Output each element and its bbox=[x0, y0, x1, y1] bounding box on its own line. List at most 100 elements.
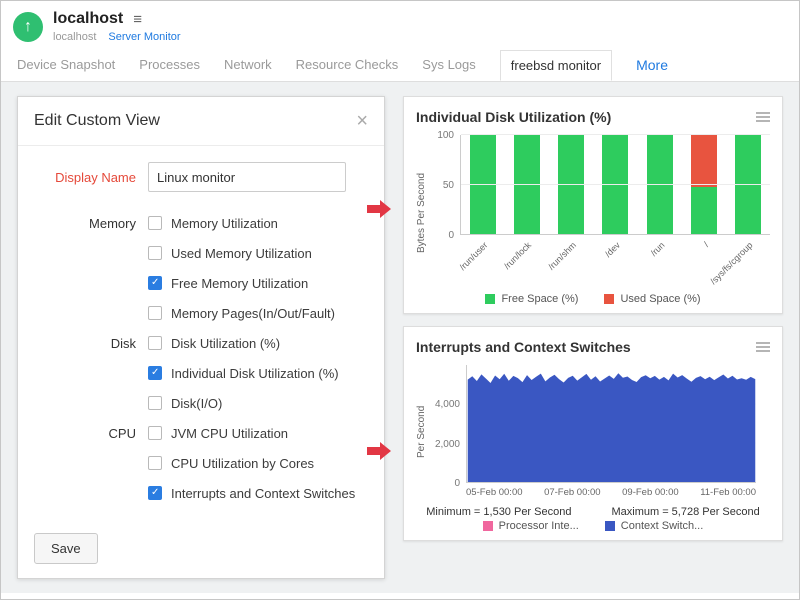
legend-item: Context Switch... bbox=[605, 520, 704, 532]
tab-freebsd-monitor[interactable]: freebsd monitor bbox=[500, 50, 612, 81]
bar-x-label: /run/user bbox=[457, 240, 489, 272]
interrupts-card: Interrupts and Context Switches Per Seco… bbox=[403, 326, 783, 541]
maximum-text: Maximum = 5,728 Per Second bbox=[611, 506, 759, 518]
red-arrow-icon bbox=[367, 200, 391, 218]
metric-checkbox[interactable] bbox=[148, 276, 162, 290]
area-y-axis-label: Per Second bbox=[416, 365, 430, 498]
legend-label: Used Space (%) bbox=[620, 293, 700, 305]
tab-resource-checks[interactable]: Resource Checks bbox=[296, 57, 399, 72]
metric-label: Disk Utilization (%) bbox=[171, 336, 280, 351]
x-tick-label: 09-Feb 00:00 bbox=[622, 487, 679, 498]
bar-legend: Free Space (%) Used Space (%) bbox=[416, 293, 770, 305]
charts-column: Individual Disk Utilization (%) Bytes Pe… bbox=[403, 96, 783, 579]
y-tick-label: 0 bbox=[448, 230, 454, 241]
metric-checkbox[interactable] bbox=[148, 216, 162, 230]
metric-checkbox[interactable] bbox=[148, 456, 162, 470]
legend-swatch bbox=[605, 521, 615, 531]
legend-item: Used Space (%) bbox=[604, 293, 700, 305]
summary-row: Minimum = 1,530 Per Second Maximum = 5,7… bbox=[416, 506, 770, 518]
legend-swatch bbox=[485, 294, 495, 304]
metric-checkbox[interactable] bbox=[148, 306, 162, 320]
tab-network[interactable]: Network bbox=[224, 57, 272, 72]
tab-sys-logs[interactable]: Sys Logs bbox=[422, 57, 475, 72]
checkbox-row: MemoryMemory Utilization bbox=[18, 208, 384, 238]
y-tick-label: 100 bbox=[437, 130, 454, 141]
disk-utilization-card: Individual Disk Utilization (%) Bytes Pe… bbox=[403, 96, 783, 314]
y-tick-label: 0 bbox=[454, 478, 460, 489]
disk-chart-title: Individual Disk Utilization (%) bbox=[416, 109, 611, 125]
checkbox-row: CPU JVM CPU Utilization bbox=[18, 418, 384, 448]
card-header: Interrupts and Context Switches bbox=[416, 339, 770, 355]
modal-title: Edit Custom View bbox=[34, 112, 160, 130]
metric-label: CPU Utilization by Cores bbox=[171, 456, 314, 471]
host-status-icon: ↑ bbox=[13, 12, 43, 42]
modal-footer: Save bbox=[18, 521, 384, 578]
metric-checkbox[interactable] bbox=[148, 396, 162, 410]
metric-label: Memory Pages(In/Out/Fault) bbox=[171, 306, 335, 321]
interrupts-chart-title: Interrupts and Context Switches bbox=[416, 339, 631, 355]
bar-x-label: /run/shm bbox=[546, 240, 578, 272]
legend-swatch bbox=[604, 294, 614, 304]
y-tick-label: 4,000 bbox=[435, 399, 460, 410]
server-monitor-link[interactable]: Server Monitor bbox=[108, 31, 180, 43]
area-yticks: 02,0004,000 bbox=[430, 365, 466, 483]
checkbox-row: Interrupts and Context Switches bbox=[18, 478, 384, 508]
checkbox-row: CPU Utilization by Cores bbox=[18, 448, 384, 478]
checkbox-row: Memory Pages(In/Out/Fault) bbox=[18, 298, 384, 328]
checkbox-row: Individual Disk Utilization (%) bbox=[18, 358, 384, 388]
metric-checkbox[interactable] bbox=[148, 486, 162, 500]
group-label: Disk bbox=[18, 336, 148, 351]
area-main: 05-Feb 00:0007-Feb 00:0009-Feb 00:0011-F… bbox=[466, 365, 756, 498]
host-title: localhost bbox=[53, 10, 123, 28]
chart-menu-icon[interactable] bbox=[756, 339, 770, 352]
tab-more[interactable]: More bbox=[636, 57, 668, 73]
bar-x-label: /run bbox=[648, 240, 666, 258]
area-xlabels: 05-Feb 00:0007-Feb 00:0009-Feb 00:0011-F… bbox=[466, 487, 756, 498]
bar-yticks: 050100 bbox=[430, 135, 460, 291]
content-area: Edit Custom View × Display Name MemoryMe… bbox=[1, 82, 799, 593]
area-legend: Processor Inte... Context Switch... bbox=[416, 520, 770, 532]
metric-label: Disk(I/O) bbox=[171, 396, 222, 411]
save-button[interactable]: Save bbox=[34, 533, 98, 564]
x-tick-label: 11-Feb 00:00 bbox=[700, 487, 756, 498]
host-subtitle: localhost bbox=[53, 31, 96, 43]
y-tick-label: 2,000 bbox=[435, 439, 460, 450]
legend-swatch bbox=[483, 521, 493, 531]
hamburger-menu-icon[interactable]: ≡ bbox=[133, 11, 142, 28]
metric-label: JVM CPU Utilization bbox=[171, 426, 288, 441]
chart-menu-icon[interactable] bbox=[756, 109, 770, 122]
area-plot-svg bbox=[466, 365, 756, 483]
metric-checkbox[interactable] bbox=[148, 246, 162, 260]
up-arrow-icon: ↑ bbox=[24, 18, 32, 36]
checkbox-row: Free Memory Utilization bbox=[18, 268, 384, 298]
y-tick-label: 50 bbox=[443, 180, 454, 191]
bar-plot bbox=[460, 135, 770, 235]
metric-label: Individual Disk Utilization (%) bbox=[171, 366, 339, 381]
nav-tabs: Device Snapshot Processes Network Resource … bbox=[1, 48, 799, 82]
checkbox-row: Disk Disk Utilization (%) bbox=[18, 328, 384, 358]
tab-device-snapshot[interactable]: Device Snapshot bbox=[17, 57, 115, 72]
group-label: CPU bbox=[18, 426, 148, 441]
bar-x-label: / bbox=[702, 240, 711, 249]
modal-body: Display Name MemoryMemory UtilizationUse… bbox=[18, 146, 384, 521]
tab-processes[interactable]: Processes bbox=[139, 57, 200, 72]
legend-label: Free Space (%) bbox=[501, 293, 578, 305]
metric-checkbox[interactable] bbox=[148, 366, 162, 380]
bar-plot-wrap: /run/user/run/lock/run/shm/dev/run//sys/… bbox=[460, 135, 770, 291]
display-name-input[interactable] bbox=[148, 162, 346, 192]
x-tick-label: 07-Feb 00:00 bbox=[544, 487, 601, 498]
legend-label: Processor Inte... bbox=[499, 520, 579, 532]
legend-item: Free Space (%) bbox=[485, 293, 578, 305]
metric-checkbox[interactable] bbox=[148, 336, 162, 350]
close-icon[interactable]: × bbox=[356, 111, 368, 131]
area-chart: Per Second 02,0004,000 05-Feb 00:0007-Fe… bbox=[416, 365, 770, 498]
metric-checkbox[interactable] bbox=[148, 426, 162, 440]
modal-header: Edit Custom View × bbox=[18, 97, 384, 146]
bar-chart: Bytes Per Second 050100 /run/user/run/lo… bbox=[416, 135, 770, 291]
checkbox-row: Disk(I/O) bbox=[18, 388, 384, 418]
legend-item: Processor Inte... bbox=[483, 520, 579, 532]
display-name-label: Display Name bbox=[18, 170, 148, 185]
display-name-row: Display Name bbox=[18, 162, 384, 192]
app-header: ↑ localhost ≡ localhost Server Monitor bbox=[1, 1, 799, 48]
metric-label: Free Memory Utilization bbox=[171, 276, 308, 291]
